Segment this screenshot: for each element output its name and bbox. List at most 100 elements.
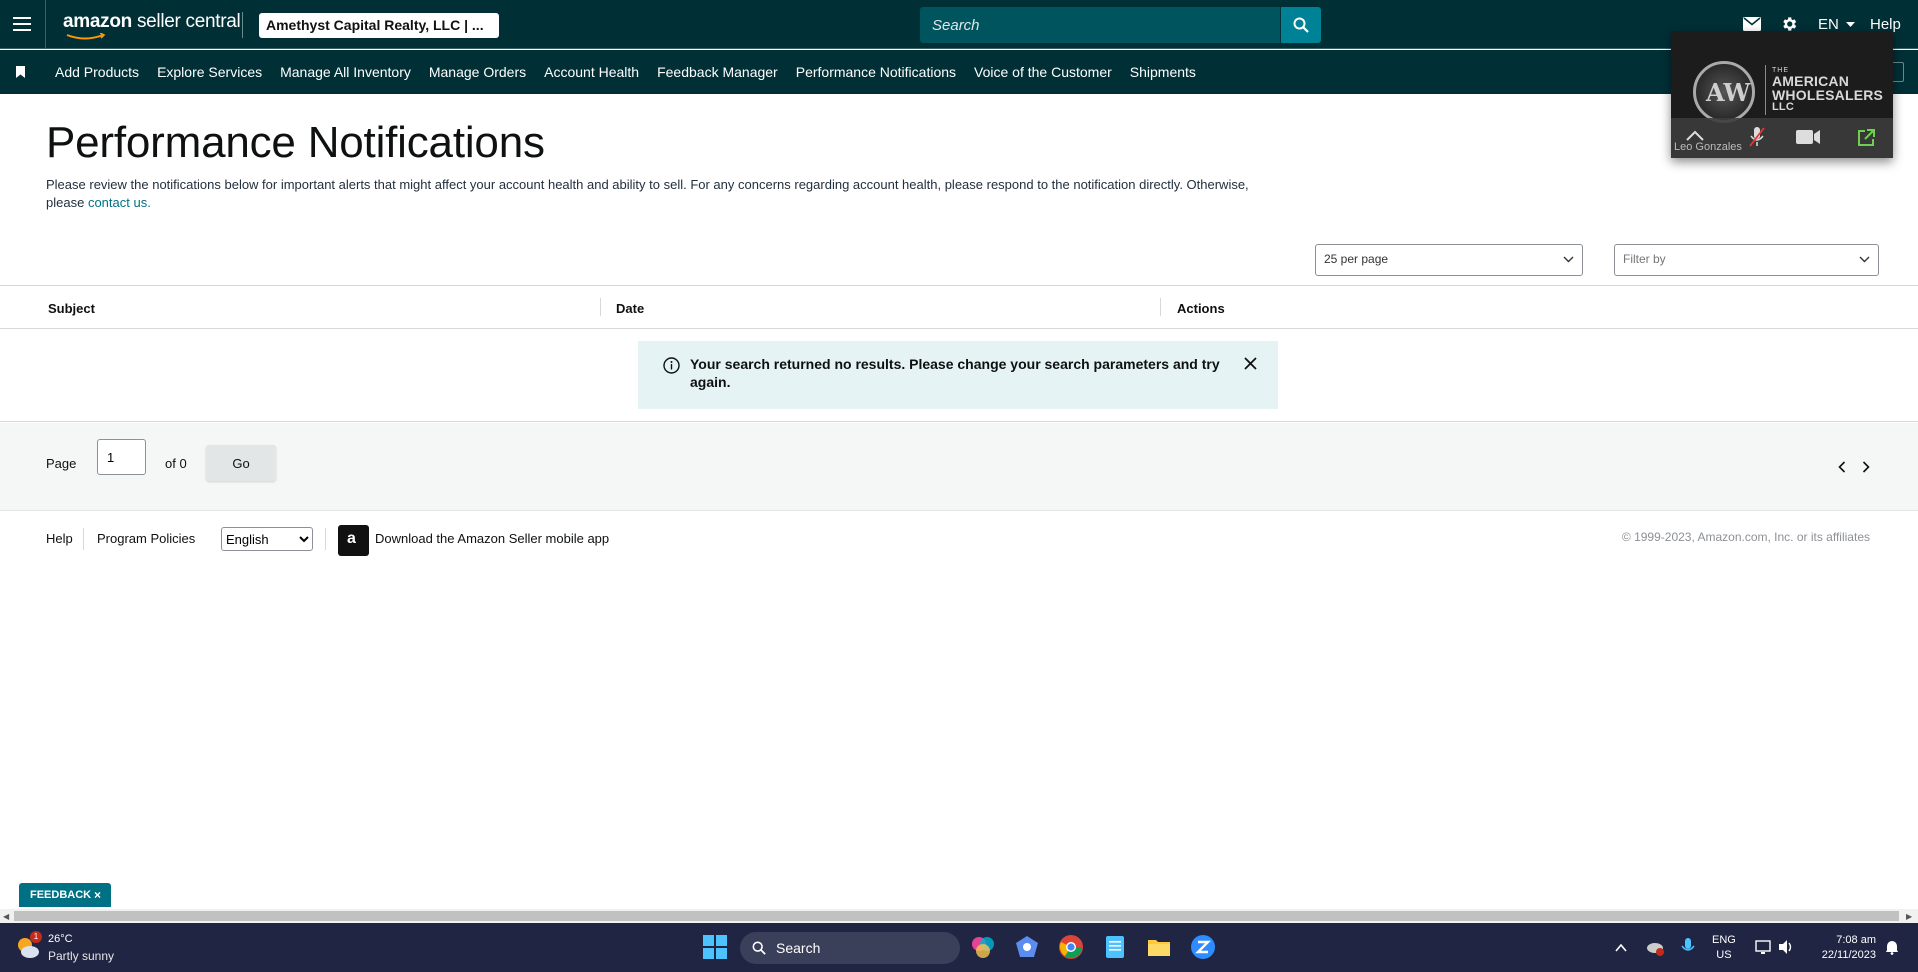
- hamburger-icon: [13, 17, 31, 31]
- column-subject[interactable]: Subject: [48, 301, 95, 316]
- notification-icon[interactable]: [1884, 939, 1900, 955]
- file-explorer-icon[interactable]: [1146, 934, 1172, 960]
- chevron-down-icon: [1859, 256, 1870, 263]
- page-label: Page: [46, 456, 77, 471]
- nav-item-feedback-manager[interactable]: Feedback Manager: [648, 64, 787, 80]
- participant-name: Leo Gonzales: [1674, 141, 1742, 153]
- volume-icon[interactable]: [1777, 938, 1795, 956]
- feedback-tab[interactable]: FEEDBACK ×: [19, 883, 111, 907]
- company-logo-emblem: AW: [1693, 61, 1755, 123]
- main-nav: Add Products Explore Services Manage All…: [0, 50, 1918, 94]
- footer-help-link[interactable]: Help: [46, 531, 73, 546]
- contact-us-link[interactable]: contact us.: [88, 195, 151, 210]
- clock-date: 22/11/2023: [1821, 949, 1876, 961]
- column-divider[interactable]: [1160, 298, 1161, 316]
- logo-amazon: amazon: [63, 11, 132, 32]
- column-date[interactable]: Date: [616, 301, 644, 316]
- mail-icon[interactable]: [1743, 17, 1761, 31]
- app-icon-letter: a: [347, 530, 356, 547]
- feedback-close[interactable]: ×: [94, 888, 101, 902]
- weather-description: Partly sunny: [48, 949, 115, 963]
- feedback-label: FEEDBACK: [30, 889, 92, 901]
- page-count: of 0: [165, 456, 187, 471]
- brand-line2: WHOLESALERS: [1772, 87, 1884, 103]
- filter-select[interactable]: Filter by: [1614, 244, 1879, 276]
- chrome-icon[interactable]: [1058, 934, 1084, 960]
- weather-temperature: 26°C: [48, 933, 73, 945]
- program-policies-link[interactable]: Program Policies: [97, 531, 195, 546]
- lang-top: ENG: [1712, 934, 1736, 946]
- nav-item-explore-services[interactable]: Explore Services: [148, 64, 271, 80]
- app-photos-icon[interactable]: [1014, 934, 1040, 960]
- microphone-muted-icon[interactable]: [1749, 126, 1765, 148]
- no-results-message: Your search returned no results. Please …: [690, 356, 1220, 390]
- page-title: Performance Notifications: [46, 118, 545, 167]
- weather-widget[interactable]: 1: [14, 931, 42, 966]
- footer-language-select[interactable]: English: [221, 527, 313, 551]
- popout-icon[interactable]: [1856, 128, 1876, 148]
- per-page-select[interactable]: 25 per page: [1315, 244, 1583, 276]
- taskbar: 1 26°C Partly sunny Search ENG US 7:08 a…: [0, 923, 1918, 972]
- menu-button[interactable]: [0, 0, 46, 49]
- windows-start-icon[interactable]: [702, 934, 728, 960]
- page-number-input[interactable]: [97, 439, 146, 475]
- account-selector[interactable]: Amethyst Capital Realty, LLC | ...: [259, 13, 499, 38]
- lang-bottom: US: [1716, 949, 1732, 961]
- column-actions: Actions: [1177, 301, 1225, 316]
- amazon-app-icon[interactable]: a: [338, 525, 369, 556]
- seller-central-logo[interactable]: amazon seller central: [63, 11, 241, 40]
- search-button[interactable]: [1281, 7, 1321, 43]
- nav-item-add-products[interactable]: Add Products: [46, 64, 148, 80]
- onedrive-icon[interactable]: [1645, 937, 1665, 957]
- input-language[interactable]: ENG US: [1712, 933, 1736, 963]
- network-icon[interactable]: [1755, 938, 1773, 956]
- logo-divider: [242, 12, 243, 38]
- nav-item-manage-inventory[interactable]: Manage All Inventory: [271, 64, 420, 80]
- table-body: Your search returned no results. Please …: [0, 329, 1918, 422]
- filter-placeholder: Filter by: [1623, 252, 1666, 266]
- scrollbar-thumb[interactable]: [14, 911, 1899, 921]
- nav-item-manage-orders[interactable]: Manage Orders: [420, 64, 535, 80]
- bookmark-icon[interactable]: [16, 66, 25, 78]
- brand-line3: LLC: [1772, 101, 1794, 113]
- microphone-icon[interactable]: [1680, 937, 1696, 957]
- no-results-alert: Your search returned no results. Please …: [638, 341, 1278, 409]
- horizontal-scrollbar[interactable]: ◀ ▶: [0, 909, 1918, 923]
- clock-time: 7:08 am: [1836, 934, 1876, 946]
- close-icon[interactable]: [1244, 357, 1257, 370]
- column-divider[interactable]: [600, 298, 601, 316]
- scroll-left-icon[interactable]: ◀: [3, 912, 9, 921]
- video-call-window[interactable]: AW THE AMERICAN WHOLESALERS LLC Leo Gonz…: [1671, 31, 1893, 158]
- nav-item-performance-notifications[interactable]: Performance Notifications: [787, 64, 965, 80]
- nav-item-voice-of-customer[interactable]: Voice of the Customer: [965, 64, 1121, 80]
- table-header: Subject Date Actions: [0, 285, 1918, 329]
- taskbar-search[interactable]: Search: [740, 932, 960, 964]
- download-app-link[interactable]: Download the Amazon Seller mobile app: [375, 531, 609, 546]
- search-input[interactable]: [920, 7, 1280, 43]
- pagination-bar: Page of 0 Go: [0, 423, 1918, 511]
- nav-item-shipments[interactable]: Shipments: [1121, 64, 1205, 80]
- chevron-up-icon[interactable]: [1685, 128, 1705, 142]
- taskbar-search-label: Search: [776, 940, 821, 956]
- camera-icon[interactable]: [1795, 129, 1821, 145]
- chevron-down-icon: [1563, 256, 1574, 263]
- zoom-icon[interactable]: [1190, 934, 1216, 960]
- top-header: amazon seller central Amethyst Capital R…: [0, 0, 1918, 49]
- notepad-icon[interactable]: [1102, 934, 1128, 960]
- go-button[interactable]: Go: [206, 445, 276, 481]
- info-icon: [663, 357, 680, 374]
- scroll-right-icon[interactable]: ▶: [1906, 912, 1912, 921]
- nav-item-account-health[interactable]: Account Health: [535, 64, 648, 80]
- app-copilot-icon[interactable]: [970, 934, 996, 960]
- logo-letters: AW: [1706, 78, 1751, 107]
- chevron-down-icon: [1846, 22, 1856, 28]
- footer: Help Program Policies English a Download…: [0, 512, 1918, 568]
- nav-items: Add Products Explore Services Manage All…: [46, 50, 1205, 94]
- chevron-up-icon[interactable]: [1614, 941, 1628, 955]
- search-icon: [752, 941, 766, 955]
- chevron-left-icon[interactable]: [1838, 461, 1846, 473]
- logo-seller-central: seller central: [136, 11, 241, 32]
- clock[interactable]: 7:08 am 22/11/2023: [1810, 933, 1876, 963]
- search-field[interactable]: [920, 7, 1280, 43]
- chevron-right-icon[interactable]: [1862, 461, 1870, 473]
